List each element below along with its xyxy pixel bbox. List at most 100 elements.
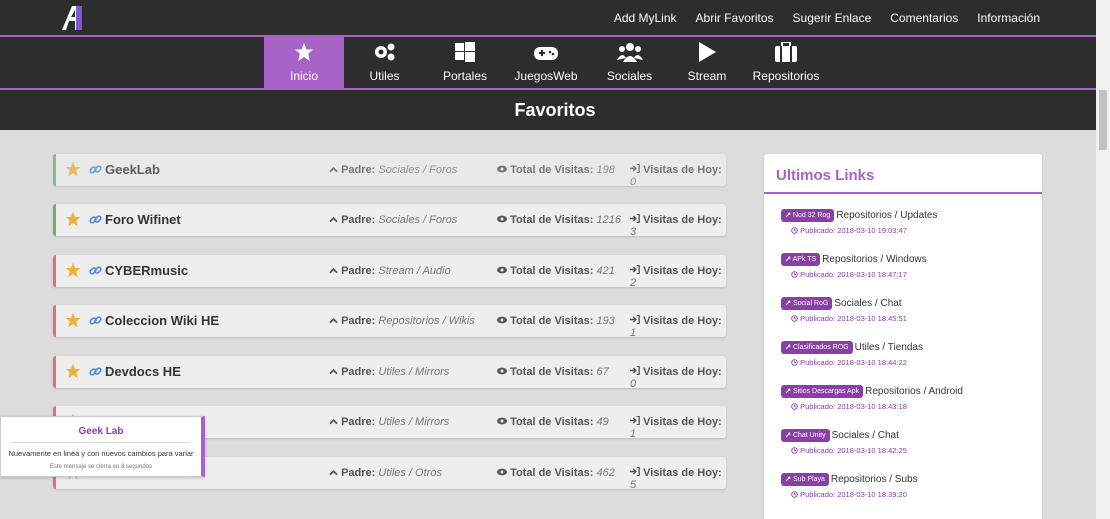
panel-title: Ultimos Links [764, 154, 1042, 194]
latest-link-item[interactable]: Chat Unity Sociales / Chat Publicado: 201… [781, 429, 907, 455]
toast-message: Nuevamente en linea y con nuevos cambios… [8, 449, 194, 458]
latest-link-item[interactable]: Sub Playa Repositorios / Subs Publicado: … [781, 473, 918, 499]
sign-in-icon [630, 365, 640, 376]
link-published: Publicado: 2018-03-10 18:45:51 [791, 314, 907, 323]
favorite-parent: Padre: Utiles / Mirrors [329, 416, 449, 428]
star-icon[interactable] [65, 211, 81, 227]
tab-label: Stream [687, 69, 727, 83]
latest-link-item[interactable]: Clasificados ROG Utiles / Tiendas Publica… [781, 341, 923, 367]
tab-utiles[interactable]: Utiles [344, 37, 425, 88]
clock-icon [791, 315, 798, 322]
sign-in-icon [630, 213, 640, 224]
link-path: Repositorios / Subs [830, 474, 918, 485]
sign-in-icon [630, 163, 640, 174]
eye-icon [497, 417, 507, 425]
favorite-parent: Padre: Utiles / Mirrors [329, 366, 449, 378]
favorite-today-visits: Visitas de Hoy: 0 [630, 365, 722, 390]
clock-icon [791, 491, 798, 498]
link-icon [89, 316, 102, 325]
favorite-row[interactable]: CYBERmusic Padre: Stream / Audio Total d… [53, 255, 726, 289]
favorite-row[interactable]: Coleccion Wiki HE Padre: Repositorios / … [53, 305, 726, 339]
star-icon[interactable] [65, 363, 81, 379]
toast-countdown: Este mensaje se cierra en 8 segundos [49, 464, 153, 470]
favorite-total-visits: Total de Visitas: 193 [497, 315, 615, 327]
favorite-name[interactable]: Coleccion Wiki HE [105, 313, 219, 328]
gamepad-icon [534, 47, 558, 60]
star-icon[interactable] [65, 312, 81, 328]
favorite-name[interactable]: Devdocs HE [105, 364, 181, 379]
topnav-sugerir-enlace[interactable]: Sugerir Enlace [793, 11, 872, 25]
favorite-today-visits: Visitas de Hoy: 5 [630, 466, 722, 491]
favorite-total-visits: Total de Visitas: 67 [497, 366, 609, 378]
link-badge[interactable]: Clasificados ROG [781, 341, 853, 354]
star-icon[interactable] [65, 161, 81, 177]
tab-sociales[interactable]: Sociales [587, 37, 672, 88]
users-icon [616, 43, 643, 62]
tab-juegosweb[interactable]: JuegosWeb [505, 37, 587, 88]
tab-portales[interactable]: Portales [425, 37, 505, 88]
favorite-parent: Padre: Stream / Audio [329, 265, 451, 277]
favorite-name[interactable]: CYBERmusic [105, 263, 188, 278]
link-badge[interactable]: APk TS [781, 253, 821, 266]
link-published: Publicado: 2018-03-10 19:03:47 [791, 226, 937, 235]
chevron-up-icon [329, 216, 338, 223]
topnav-informacion[interactable]: Información [977, 11, 1040, 25]
favorite-parent: Padre: Sociales / Foros [329, 214, 457, 226]
chevron-up-icon [329, 418, 338, 425]
sign-in-icon [630, 415, 640, 426]
link-badge[interactable]: Social RoG [781, 297, 833, 310]
tab-label: Portales [442, 69, 488, 83]
eye-icon [497, 316, 507, 324]
favorite-total-visits: Total de Visitas: 421 [497, 265, 615, 277]
sign-in-icon [630, 264, 640, 275]
tab-inicio[interactable]: Inicio [264, 37, 344, 88]
chevron-up-icon [329, 267, 338, 274]
link-icon [89, 367, 102, 376]
topnav-comentarios[interactable]: Comentarios [890, 11, 958, 25]
link-badge[interactable]: Sub Playa [781, 473, 829, 486]
link-badge[interactable]: Sitios Descargas Apk [781, 385, 864, 398]
link-badge[interactable]: Chat Unity [781, 429, 830, 442]
title-bar: Favoritos [0, 90, 1110, 130]
sign-in-icon [630, 314, 640, 325]
link-badge[interactable]: Nod 32 Rog [781, 209, 835, 222]
favorite-today-visits: Visitas de Hoy: 1 [630, 314, 722, 339]
topnav-add-mylink[interactable]: Add MyLink [614, 11, 677, 25]
favorite-name[interactable]: Foro Wifinet [105, 212, 181, 227]
eye-icon [497, 165, 507, 173]
link-published: Publicado: 2018-03-10 18:44:22 [791, 358, 923, 367]
notification-toast[interactable]: Geek Lab Nuevamente en linea y con nuevo… [0, 416, 205, 477]
link-path: Sociales / Chat [834, 298, 902, 309]
favorite-today-visits: Visitas de Hoy: 2 [630, 264, 722, 289]
tab-label: Inicio [289, 69, 318, 83]
favorite-today-visits: Visitas de Hoy: 0 [630, 163, 722, 188]
tab-label: Repositorios [752, 69, 820, 83]
favorite-name[interactable]: GeekLab [105, 162, 160, 177]
scrollbar[interactable] [1096, 0, 1110, 519]
latest-link-item[interactable]: Nod 32 Rog Repositorios / Updates Publica… [781, 209, 937, 235]
tab-stream[interactable]: Stream [672, 37, 742, 88]
star-icon [294, 42, 314, 62]
latest-link-item[interactable]: Sitios Descargas Apk Repositorios / Andro… [781, 385, 963, 411]
link-icon [89, 165, 102, 174]
favorite-row[interactable]: Devdocs HE Padre: Utiles / Mirrors Total… [53, 356, 726, 390]
topnav-abrir-favoritos[interactable]: Abrir Favoritos [696, 11, 774, 25]
chevron-up-icon [329, 317, 338, 324]
star-icon[interactable] [65, 262, 81, 278]
tab-repositorios[interactable]: Repositorios [742, 37, 830, 88]
clock-icon [791, 227, 798, 234]
latest-links-panel: Ultimos Links Nod 32 Rog Repositorios / U… [764, 154, 1042, 519]
favorite-parent: Padre: Sociales / Foros [329, 164, 457, 176]
scrollbar-thumb[interactable] [1099, 90, 1107, 150]
link-path: Repositorios / Windows [822, 254, 927, 265]
favorite-today-visits: Visitas de Hoy: 3 [630, 213, 722, 238]
link-icon [89, 215, 102, 224]
link-icon [89, 266, 102, 275]
latest-link-item[interactable]: Social RoG Sociales / Chat Publicado: 201… [781, 297, 907, 323]
latest-link-item[interactable]: APk TS Repositorios / Windows Publicado: … [781, 253, 927, 279]
clock-icon [791, 271, 798, 278]
favorite-row[interactable]: Foro Wifinet Padre: Sociales / Foros Tot… [53, 204, 726, 238]
logo-icon[interactable] [58, 6, 82, 30]
favorite-parent: Padre: Utiles / Otros [329, 467, 442, 479]
favorite-row[interactable]: GeekLab Padre: Sociales / Foros Total de… [53, 154, 726, 188]
